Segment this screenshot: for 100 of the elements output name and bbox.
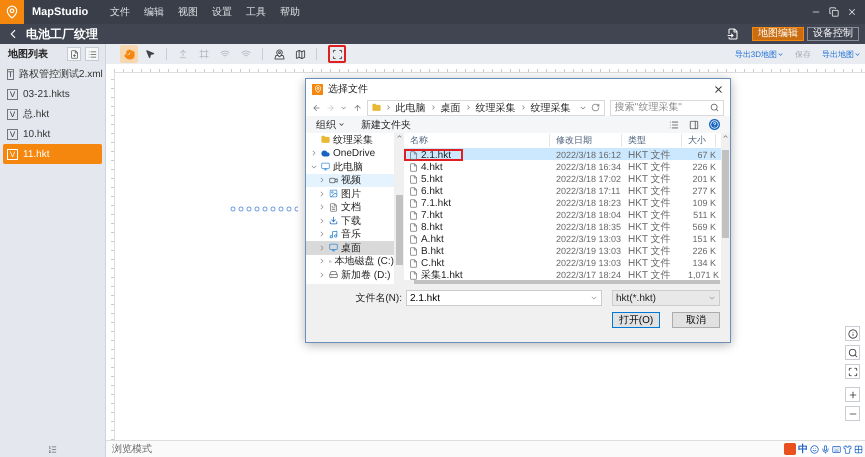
close-icon[interactable] <box>713 84 724 94</box>
smile-icon[interactable] <box>810 444 819 454</box>
file-row[interactable]: C.hkt 2022/3/19 13:03 HKT 文件 134 K <box>404 256 721 268</box>
toolbar-link[interactable]: 导出地图 <box>818 48 865 60</box>
caret-icon <box>338 121 345 128</box>
dialog-button[interactable]: 取消 <box>672 312 720 328</box>
download-icon <box>329 216 338 226</box>
restore-icon[interactable] <box>829 7 839 17</box>
nav-item[interactable]: 下载 <box>306 214 394 228</box>
nav-item[interactable]: 此电脑 <box>306 160 394 174</box>
nav-item[interactable]: 纹理采集 <box>306 133 394 146</box>
import-button[interactable] <box>85 47 99 61</box>
view-icon[interactable] <box>669 120 679 130</box>
scrollbar[interactable] <box>395 133 404 284</box>
close-icon[interactable] <box>847 7 857 17</box>
file-row[interactable]: 5.hkt 2022/3/18 17:02 HKT 文件 201 K <box>404 172 721 184</box>
file-row[interactable]: B.hkt 2022/3/19 13:03 HKT 文件 226 K <box>404 244 721 256</box>
back-icon[interactable] <box>312 102 322 112</box>
file-name-text: 5.hkt <box>421 174 443 184</box>
menu-item[interactable]: 视图 <box>178 5 198 19</box>
keyboard-icon[interactable] <box>832 444 841 454</box>
toolbar-link[interactable]: 导出3D地图 <box>730 48 788 60</box>
nav-item[interactable]: 视频 <box>306 174 394 187</box>
wifi-icon <box>241 49 251 59</box>
file-row[interactable]: 4.hkt 2022/3/18 16:34 HKT 文件 226 K <box>404 160 721 172</box>
info-button[interactable] <box>845 326 860 341</box>
organize-button[interactable]: 组织 <box>316 118 345 132</box>
scrollbar-thumb[interactable] <box>396 195 403 265</box>
column-header[interactable]: 修改日期 <box>550 134 622 147</box>
map-list-item[interactable]: V 总.hkt <box>3 104 102 124</box>
scroll-up-icon[interactable] <box>722 133 729 140</box>
chevron-right-icon <box>310 149 318 158</box>
scrollbar[interactable] <box>721 133 730 280</box>
menu-item[interactable]: 帮助 <box>280 5 300 19</box>
file-date: 2022/3/18 18:04 <box>555 210 622 220</box>
file-row[interactable]: 6.hkt 2022/3/18 17:11 HKT 文件 277 K <box>404 184 721 196</box>
caret-icon[interactable] <box>590 294 598 302</box>
search-field[interactable]: 搜索"纹理采集" <box>610 100 724 116</box>
menu-item[interactable]: 设置 <box>212 5 232 19</box>
scroll-up-icon[interactable] <box>396 133 403 140</box>
file-row[interactable]: 7.hkt 2022/3/18 18:04 HKT 文件 511 K <box>404 208 721 220</box>
scrollbar-thumb[interactable] <box>722 150 729 238</box>
zoom-in-button[interactable] <box>845 387 860 402</box>
file-size: 67 K <box>696 150 716 160</box>
filename-field[interactable]: 2.1.hkt <box>406 290 602 306</box>
up-icon[interactable] <box>352 102 362 112</box>
column-header[interactable]: 名称 <box>404 134 550 147</box>
menu-item[interactable]: 工具 <box>246 5 266 19</box>
nav-item[interactable]: 本地磁盘 (C:) <box>306 254 394 268</box>
search-button[interactable] <box>845 345 860 360</box>
column-header[interactable]: 类型 <box>622 134 682 147</box>
ime-language[interactable]: 中 <box>798 442 808 456</box>
help-icon[interactable] <box>709 119 720 130</box>
folder-icon <box>372 103 381 112</box>
file-type: HKT 文件 <box>627 244 672 258</box>
menu-item[interactable]: 文件 <box>110 5 130 19</box>
file-row[interactable]: 7.1.hkt 2022/3/18 18:23 HKT 文件 109 K <box>404 196 721 208</box>
monitor-icon <box>329 243 338 252</box>
nav-item[interactable]: 音乐 <box>306 228 394 241</box>
dialog-button[interactable]: 打开(O) <box>612 312 660 328</box>
file-type: HKT 文件 <box>627 256 672 270</box>
question-icon <box>710 120 719 129</box>
nav-item[interactable]: 新加卷 (D:) <box>306 268 394 282</box>
nav-item[interactable]: 文档 <box>306 200 394 214</box>
shirt-icon[interactable] <box>843 444 852 454</box>
status-mode: 浏览模式 <box>112 442 152 456</box>
file-name-text: 4.hkt <box>421 162 443 172</box>
fit-view-button[interactable] <box>845 364 860 379</box>
address-bar[interactable]: 此电脑 桌面 纹理采集 纹理采集 <box>366 100 605 116</box>
mode-tab[interactable]: 地图编辑 <box>752 27 804 41</box>
menu-item[interactable]: 编辑 <box>144 5 164 19</box>
fit-view-icon <box>848 366 858 376</box>
file-export-icon[interactable] <box>727 28 739 40</box>
new-folder-button[interactable]: 新建文件夹 <box>361 118 411 132</box>
nav-item[interactable]: 图片 <box>306 187 394 200</box>
map-list-item[interactable]: V 03-21.hkts <box>3 84 102 104</box>
video-icon <box>329 176 338 185</box>
nav-item[interactable]: 桌面 <box>306 241 394 254</box>
file-row[interactable]: 采集1.hkt 2022/3/17 18:24 HKT 文件 1,071 K <box>404 268 721 280</box>
file-icon <box>409 246 418 256</box>
map-list-item[interactable]: V 10.hkt <box>3 124 102 144</box>
file-row[interactable]: 2.1.hkt 2022/3/18 16:12 HKT 文件 67 K <box>404 148 721 160</box>
file-row[interactable]: 8.hkt 2022/3/18 18:35 HKT 文件 569 K <box>404 220 721 232</box>
file-size: 226 K <box>691 246 716 256</box>
map-list-item[interactable]: T 路权管控测试2.xml <box>3 64 102 84</box>
mic-icon[interactable] <box>821 444 830 454</box>
column-header[interactable]: 大小 <box>682 134 716 147</box>
grid-icon[interactable] <box>854 444 863 454</box>
list-icon[interactable] <box>48 444 57 454</box>
caret-icon <box>854 50 861 58</box>
chevron-right-icon <box>520 104 527 111</box>
preview-pane-icon[interactable] <box>689 120 699 130</box>
file-type-dropdown[interactable]: hkt(*.hkt) <box>612 290 720 306</box>
mode-tab[interactable]: 设备控制 <box>807 27 859 41</box>
nav-item[interactable]: OneDrive <box>306 146 394 160</box>
new-file-button[interactable] <box>67 47 81 61</box>
file-date: 2022/3/19 13:03 <box>555 258 622 268</box>
file-row[interactable]: A.hkt 2022/3/19 13:03 HKT 文件 151 K <box>404 232 721 244</box>
zoom-out-button[interactable] <box>845 406 860 421</box>
file-name-text: B.hkt <box>421 246 444 256</box>
